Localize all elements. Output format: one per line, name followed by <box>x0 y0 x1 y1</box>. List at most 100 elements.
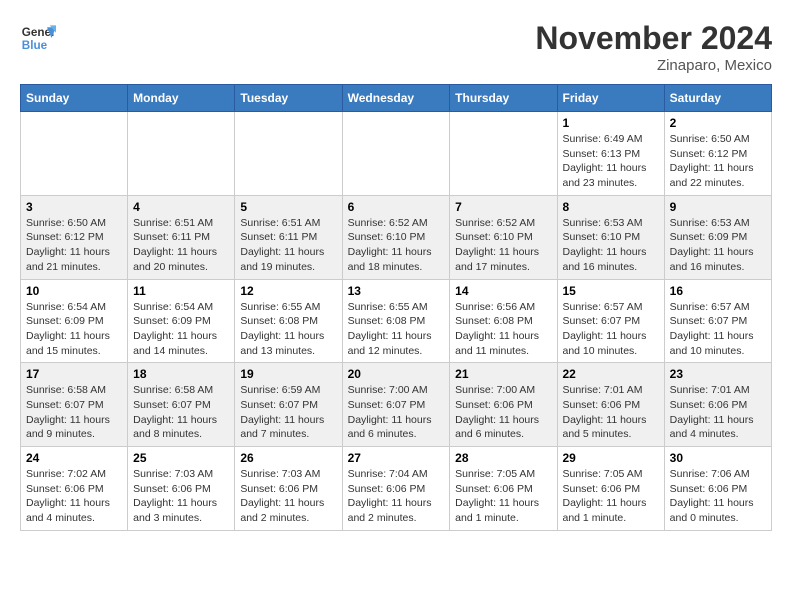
calendar-cell: 7 Sunrise: 6:52 AM Sunset: 6:10 PM Daylig… <box>450 195 557 279</box>
title-block: November 2024 Zinaparo, Mexico <box>535 20 772 74</box>
day-info: Sunrise: 6:50 AM Sunset: 6:12 PM Dayligh… <box>26 216 122 275</box>
calendar-cell: 21 Sunrise: 7:00 AM Sunset: 6:06 PM Dayli… <box>450 363 557 447</box>
location-subtitle: Zinaparo, Mexico <box>535 57 772 74</box>
day-info: Sunrise: 6:51 AM Sunset: 6:11 PM Dayligh… <box>240 216 336 275</box>
day-info: Sunrise: 7:04 AM Sunset: 6:06 PM Dayligh… <box>348 467 445 526</box>
day-info: Sunrise: 6:52 AM Sunset: 6:10 PM Dayligh… <box>348 216 445 275</box>
weekday-header: Friday <box>557 85 664 112</box>
day-info: Sunrise: 6:53 AM Sunset: 6:09 PM Dayligh… <box>670 216 766 275</box>
calendar-cell: 4 Sunrise: 6:51 AM Sunset: 6:11 PM Daylig… <box>128 195 235 279</box>
day-info: Sunrise: 6:55 AM Sunset: 6:08 PM Dayligh… <box>348 300 445 359</box>
day-number: 4 <box>133 200 229 214</box>
calendar-cell: 14Sunrise: 6:56 AM Sunset: 6:08 PM Dayli… <box>450 279 557 363</box>
day-number: 15 <box>563 284 659 298</box>
calendar-header-row: SundayMondayTuesdayWednesdayThursdayFrid… <box>21 85 772 112</box>
day-info: Sunrise: 6:50 AM Sunset: 6:12 PM Dayligh… <box>670 132 766 191</box>
day-number: 14 <box>455 284 551 298</box>
day-number: 19 <box>240 367 336 381</box>
day-info: Sunrise: 6:51 AM Sunset: 6:11 PM Dayligh… <box>133 216 229 275</box>
weekday-header: Tuesday <box>235 85 342 112</box>
day-number: 22 <box>563 367 659 381</box>
day-number: 18 <box>133 367 229 381</box>
day-number: 6 <box>348 200 445 214</box>
day-number: 24 <box>26 451 122 465</box>
calendar-cell: 8 Sunrise: 6:53 AM Sunset: 6:10 PM Daylig… <box>557 195 664 279</box>
calendar-cell <box>450 112 557 196</box>
day-number: 10 <box>26 284 122 298</box>
day-info: Sunrise: 6:58 AM Sunset: 6:07 PM Dayligh… <box>133 383 229 442</box>
weekday-header: Wednesday <box>342 85 450 112</box>
day-info: Sunrise: 7:05 AM Sunset: 6:06 PM Dayligh… <box>455 467 551 526</box>
day-info: Sunrise: 6:52 AM Sunset: 6:10 PM Dayligh… <box>455 216 551 275</box>
calendar-week-row: 17 Sunrise: 6:58 AM Sunset: 6:07 PM Dayli… <box>21 363 772 447</box>
calendar-cell <box>235 112 342 196</box>
day-number: 2 <box>670 116 766 130</box>
day-number: 11 <box>133 284 229 298</box>
day-info: Sunrise: 7:05 AM Sunset: 6:06 PM Dayligh… <box>563 467 659 526</box>
weekday-header: Thursday <box>450 85 557 112</box>
calendar-cell <box>21 112 128 196</box>
calendar-cell: 11 Sunrise: 6:54 AM Sunset: 6:09 PM Dayli… <box>128 279 235 363</box>
calendar-week-row: 3 Sunrise: 6:50 AM Sunset: 6:12 PM Daylig… <box>21 195 772 279</box>
day-info: Sunrise: 6:57 AM Sunset: 6:07 PM Dayligh… <box>563 300 659 359</box>
calendar-cell: 25 Sunrise: 7:03 AM Sunset: 6:06 PM Dayli… <box>128 447 235 531</box>
day-number: 17 <box>26 367 122 381</box>
day-number: 30 <box>670 451 766 465</box>
day-info: Sunrise: 7:06 AM Sunset: 6:06 PM Dayligh… <box>670 467 766 526</box>
calendar-cell: 28 Sunrise: 7:05 AM Sunset: 6:06 PM Dayli… <box>450 447 557 531</box>
calendar-cell: 5 Sunrise: 6:51 AM Sunset: 6:11 PM Daylig… <box>235 195 342 279</box>
day-info: Sunrise: 6:53 AM Sunset: 6:10 PM Dayligh… <box>563 216 659 275</box>
day-info: Sunrise: 6:54 AM Sunset: 6:09 PM Dayligh… <box>133 300 229 359</box>
calendar-cell <box>342 112 450 196</box>
calendar-cell: 9Sunrise: 6:53 AM Sunset: 6:09 PM Daylig… <box>664 195 771 279</box>
calendar-cell: 27 Sunrise: 7:04 AM Sunset: 6:06 PM Dayli… <box>342 447 450 531</box>
calendar-cell: 2 Sunrise: 6:50 AM Sunset: 6:12 PM Daylig… <box>664 112 771 196</box>
day-number: 12 <box>240 284 336 298</box>
day-info: Sunrise: 6:55 AM Sunset: 6:08 PM Dayligh… <box>240 300 336 359</box>
calendar-cell: 12 Sunrise: 6:55 AM Sunset: 6:08 PM Dayli… <box>235 279 342 363</box>
calendar-cell: 6 Sunrise: 6:52 AM Sunset: 6:10 PM Daylig… <box>342 195 450 279</box>
calendar-cell: 3 Sunrise: 6:50 AM Sunset: 6:12 PM Daylig… <box>21 195 128 279</box>
svg-text:Blue: Blue <box>22 39 48 52</box>
day-number: 7 <box>455 200 551 214</box>
day-number: 25 <box>133 451 229 465</box>
month-title: November 2024 <box>535 20 772 57</box>
calendar-cell: 13 Sunrise: 6:55 AM Sunset: 6:08 PM Dayli… <box>342 279 450 363</box>
calendar-week-row: 1Sunrise: 6:49 AM Sunset: 6:13 PM Daylig… <box>21 112 772 196</box>
calendar-week-row: 24Sunrise: 7:02 AM Sunset: 6:06 PM Dayli… <box>21 447 772 531</box>
day-info: Sunrise: 7:03 AM Sunset: 6:06 PM Dayligh… <box>133 467 229 526</box>
day-number: 1 <box>563 116 659 130</box>
page-header: General Blue November 2024 Zinaparo, Mex… <box>20 20 772 74</box>
calendar-cell: 16Sunrise: 6:57 AM Sunset: 6:07 PM Dayli… <box>664 279 771 363</box>
logo: General Blue <box>20 20 56 56</box>
day-number: 27 <box>348 451 445 465</box>
day-number: 8 <box>563 200 659 214</box>
day-number: 13 <box>348 284 445 298</box>
day-number: 5 <box>240 200 336 214</box>
calendar-cell <box>128 112 235 196</box>
calendar-cell: 23 Sunrise: 7:01 AM Sunset: 6:06 PM Dayli… <box>664 363 771 447</box>
day-number: 21 <box>455 367 551 381</box>
calendar-cell: 15 Sunrise: 6:57 AM Sunset: 6:07 PM Dayli… <box>557 279 664 363</box>
calendar-cell: 26 Sunrise: 7:03 AM Sunset: 6:06 PM Dayli… <box>235 447 342 531</box>
day-number: 26 <box>240 451 336 465</box>
calendar-cell: 22Sunrise: 7:01 AM Sunset: 6:06 PM Dayli… <box>557 363 664 447</box>
day-number: 16 <box>670 284 766 298</box>
day-number: 20 <box>348 367 445 381</box>
day-number: 3 <box>26 200 122 214</box>
day-info: Sunrise: 6:58 AM Sunset: 6:07 PM Dayligh… <box>26 383 122 442</box>
weekday-header: Monday <box>128 85 235 112</box>
calendar-cell: 17 Sunrise: 6:58 AM Sunset: 6:07 PM Dayli… <box>21 363 128 447</box>
calendar-cell: 30 Sunrise: 7:06 AM Sunset: 6:06 PM Dayli… <box>664 447 771 531</box>
day-info: Sunrise: 7:00 AM Sunset: 6:07 PM Dayligh… <box>348 383 445 442</box>
weekday-header: Sunday <box>21 85 128 112</box>
day-info: Sunrise: 7:01 AM Sunset: 6:06 PM Dayligh… <box>670 383 766 442</box>
day-info: Sunrise: 7:03 AM Sunset: 6:06 PM Dayligh… <box>240 467 336 526</box>
day-number: 28 <box>455 451 551 465</box>
day-number: 23 <box>670 367 766 381</box>
weekday-header: Saturday <box>664 85 771 112</box>
calendar-cell: 24Sunrise: 7:02 AM Sunset: 6:06 PM Dayli… <box>21 447 128 531</box>
day-info: Sunrise: 7:00 AM Sunset: 6:06 PM Dayligh… <box>455 383 551 442</box>
calendar-cell: 20 Sunrise: 7:00 AM Sunset: 6:07 PM Dayli… <box>342 363 450 447</box>
calendar-cell: 19Sunrise: 6:59 AM Sunset: 6:07 PM Dayli… <box>235 363 342 447</box>
